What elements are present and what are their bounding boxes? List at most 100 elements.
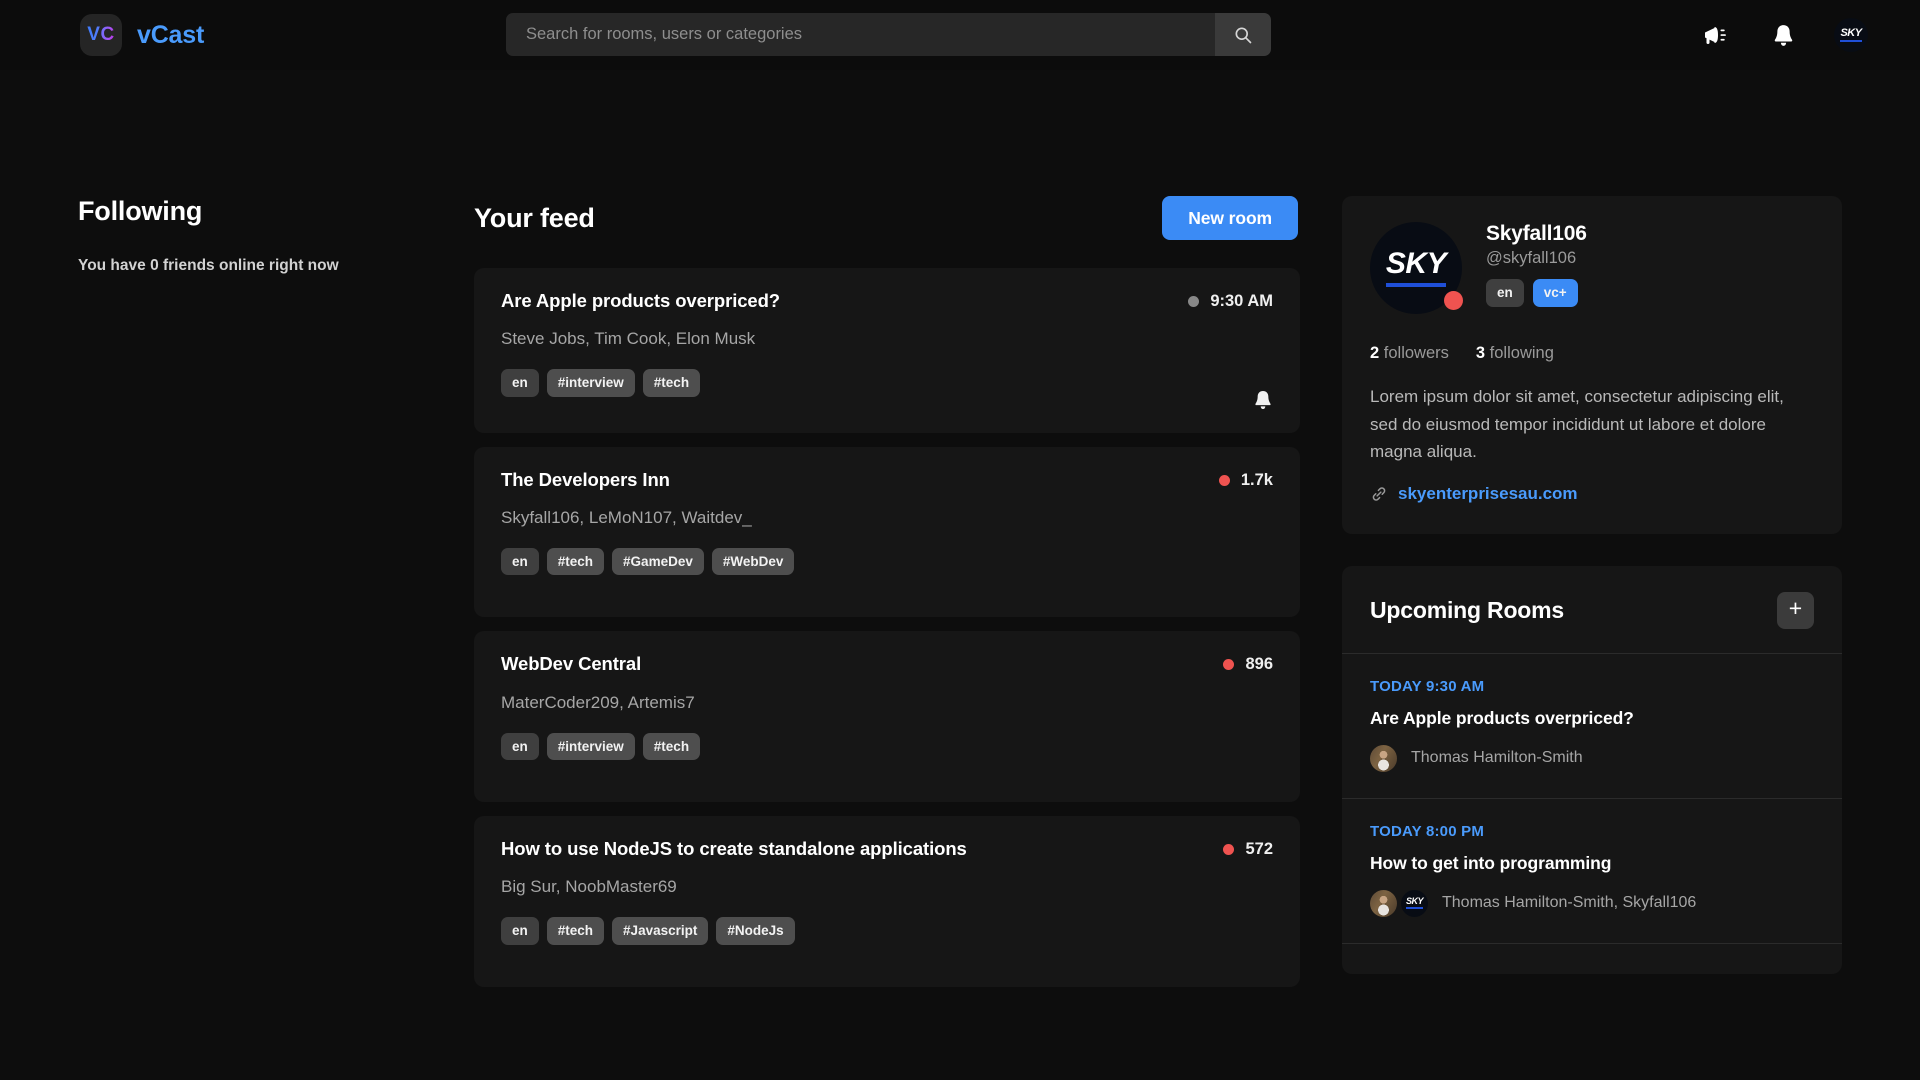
room-card[interactable]: Are Apple products overpriced? 9:30 AM S… — [474, 268, 1300, 433]
brand-logo-group[interactable]: VC vCast — [80, 14, 204, 56]
room-list: Are Apple products overpriced? 9:30 AM S… — [474, 268, 1300, 987]
room-status: 572 — [1223, 838, 1273, 859]
upcoming-room-time: TODAY 8:00 PM — [1370, 822, 1485, 840]
avatar: SKY — [1401, 889, 1428, 917]
room-tag[interactable]: #tech — [642, 732, 701, 761]
room-tag[interactable]: #interview — [546, 369, 635, 397]
upcoming-room-hosts: SKY Thomas Hamilton-Smith, Skyfall106 — [1370, 889, 1814, 917]
room-tag[interactable]: #WebDev — [711, 547, 795, 576]
room-tag-language[interactable]: en — [501, 732, 539, 761]
host-names: Thomas Hamilton-Smith — [1411, 749, 1583, 767]
status-badge — [1444, 291, 1463, 310]
profile-tags: en vc+ — [1486, 279, 1587, 307]
upcoming-rooms-card: Upcoming Rooms + TODAY 9:30 AM Are Apple… — [1342, 565, 1842, 974]
megaphone-icon — [1705, 27, 1726, 44]
status-dot — [1218, 474, 1230, 486]
room-tags: en #interview #tech — [501, 732, 1273, 761]
avatar — [1370, 744, 1397, 772]
room-tag-language[interactable]: en — [501, 917, 539, 945]
link-icon — [1372, 486, 1386, 501]
room-title: WebDev Central — [501, 653, 642, 675]
room-card[interactable]: The Developers Inn 1.7k Skyfall106, LeMo… — [474, 446, 1300, 618]
upcoming-rooms-header: Upcoming Rooms + — [1342, 566, 1842, 654]
room-tag[interactable]: #Javascript — [612, 917, 709, 945]
notifications-button[interactable] — [1768, 19, 1799, 52]
profile-name: Skyfall106 — [1486, 222, 1587, 245]
room-participants: MaterCoder209, Artemis7 — [501, 692, 695, 712]
search-icon — [1235, 27, 1252, 43]
vcast-logo-icon[interactable]: VC — [80, 14, 122, 56]
room-tag[interactable]: #tech — [642, 369, 701, 397]
user-avatar-button[interactable]: SKY — [1834, 18, 1868, 52]
profile-card: SKY Skyfall106 @skyfall106 en vc+ 2 foll… — [1342, 196, 1842, 534]
following-sidebar: Following You have 0 friends online righ… — [78, 70, 474, 987]
room-participants: Skyfall106, LeMoN107, Waitdev_ — [501, 507, 752, 527]
upcoming-room-time: TODAY 9:30 AM — [1370, 677, 1485, 695]
room-card-top-row: Are Apple products overpriced? 9:30 AM — [501, 290, 1273, 312]
room-card[interactable]: WebDev Central 896 MaterCoder209, Artemi… — [474, 631, 1300, 803]
avatar-underline — [1840, 40, 1862, 43]
host-avatar-group: SKY — [1370, 889, 1428, 917]
profile-stats: 2 followers 3 following — [1370, 344, 1814, 363]
room-participants: Big Sur, NoobMaster69 — [501, 877, 677, 897]
new-room-button[interactable]: New room — [1162, 196, 1298, 240]
following-empty-text: You have 0 friends online right now — [78, 257, 339, 274]
top-navigation-bar: VC vCast Search for rooms, users or cate… — [0, 0, 1920, 70]
room-title: The Developers Inn — [501, 468, 670, 490]
room-card-top-row: How to use NodeJS to create standalone a… — [501, 838, 1273, 860]
upcoming-rooms-title: Upcoming Rooms — [1370, 596, 1564, 623]
room-tag[interactable]: #tech — [546, 917, 605, 945]
avatar-underline — [1406, 907, 1423, 909]
search-submit-button[interactable] — [1215, 13, 1271, 56]
upcoming-room-item[interactable]: TODAY 8:00 PM How to get into programmin… — [1342, 799, 1842, 944]
room-card-top-row: The Developers Inn 1.7k — [501, 469, 1273, 491]
announcements-button[interactable] — [1699, 20, 1733, 50]
status-dot — [1223, 659, 1235, 671]
feed-header: Your feed New room — [474, 196, 1300, 240]
avatar — [1370, 889, 1397, 917]
upcoming-room-item[interactable]: TODAY 9:30 AM Are Apple products overpri… — [1342, 654, 1842, 799]
top-right-actions: SKY — [1699, 0, 1868, 70]
profile-avatar-wrap[interactable]: SKY — [1370, 222, 1463, 314]
followers-stat[interactable]: 2 followers — [1370, 344, 1449, 363]
feed-column: Your feed New room Are Apple products ov… — [474, 70, 1300, 987]
bell-icon — [1774, 24, 1793, 46]
room-tag[interactable]: #NodeJs — [716, 917, 795, 945]
room-card[interactable]: How to use NodeJS to create standalone a… — [474, 816, 1300, 987]
room-listener-count: 572 — [1245, 840, 1273, 859]
upcoming-room-hosts: Thomas Hamilton-Smith — [1370, 744, 1814, 772]
profile-tag-language[interactable]: en — [1486, 279, 1524, 307]
right-sidebar: SKY Skyfall106 @skyfall106 en vc+ 2 foll… — [1342, 70, 1842, 987]
room-tag-language[interactable]: en — [501, 369, 539, 397]
room-tag[interactable]: #GameDev — [612, 547, 704, 576]
avatar: SKY — [1834, 18, 1868, 52]
room-tag-language[interactable]: en — [501, 547, 539, 576]
room-tag[interactable]: #interview — [546, 732, 635, 761]
followers-count: 2 — [1370, 344, 1380, 362]
following-label: following — [1489, 344, 1554, 362]
room-tags: en #tech #Javascript #NodeJs — [501, 917, 1273, 945]
followers-label: followers — [1383, 344, 1449, 362]
profile-website-link[interactable]: skyenterprisesau.com — [1398, 484, 1578, 504]
avatar-label: SKY — [1840, 26, 1862, 39]
room-tags: en #tech #GameDev #WebDev — [501, 547, 1273, 576]
search-input[interactable] — [506, 13, 1215, 56]
upcoming-room-title: How to get into programming — [1370, 852, 1612, 873]
upcoming-rooms-footer — [1342, 944, 1842, 974]
room-notify-button[interactable] — [1253, 389, 1273, 411]
room-tag[interactable]: #tech — [546, 547, 605, 576]
host-avatar-group — [1370, 744, 1397, 772]
profile-tag-premium[interactable]: vc+ — [1532, 279, 1578, 307]
following-title: Following — [78, 196, 203, 226]
following-count: 3 — [1475, 344, 1486, 362]
add-upcoming-room-button[interactable]: + — [1777, 591, 1814, 629]
room-title: How to use NodeJS to create standalone a… — [501, 838, 967, 860]
room-listener-count: 1.7k — [1240, 470, 1273, 489]
room-tags: en #interview #tech — [501, 369, 1273, 397]
avatar-label: SKY — [1405, 896, 1424, 907]
room-status: 9:30 AM — [1188, 290, 1273, 311]
following-stat[interactable]: 3 following — [1476, 344, 1554, 363]
room-card-top-row: WebDev Central 896 — [501, 653, 1273, 675]
page-title: Your feed — [474, 202, 595, 233]
avatar-label: SKY — [1385, 247, 1447, 280]
